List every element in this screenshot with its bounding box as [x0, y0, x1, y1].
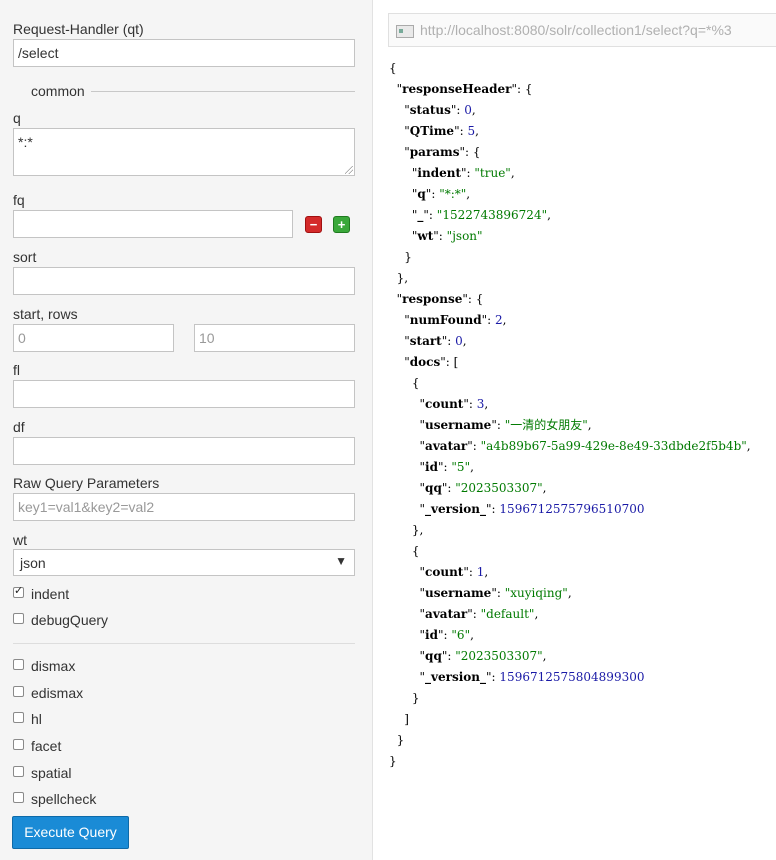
start-value: 0 [455, 334, 463, 348]
spatial-checkbox[interactable] [13, 766, 24, 777]
indent-label: indent [31, 586, 70, 602]
q-label: q [13, 110, 21, 126]
facet-label: facet [31, 738, 62, 754]
numfound-value: 2 [495, 313, 503, 327]
start-input[interactable]: 0 [13, 324, 174, 352]
param-q-value: *:* [444, 187, 461, 201]
param-indent-value: true [479, 166, 506, 180]
hl-checkbox[interactable] [13, 712, 24, 723]
request-handler-label: Request-Handler (qt) [13, 21, 144, 37]
doc-avatar: a4b89b67-5a99-429e-8e49-33dbde2f5b4b [486, 439, 742, 453]
hl-label: hl [31, 711, 42, 727]
debug-query-label: debugQuery [31, 612, 109, 628]
start-rows-label: start, rows [13, 306, 78, 322]
sort-label: sort [13, 249, 37, 265]
spatial-label: spatial [31, 765, 72, 781]
q-value: *:* [18, 134, 33, 150]
dismax-label: dismax [31, 658, 76, 674]
plus-icon[interactable]: + [333, 216, 350, 233]
sort-input[interactable] [13, 267, 355, 295]
section-common-title: common [25, 83, 91, 99]
doc-qq: 2023503307 [460, 481, 538, 495]
edismax-checkbox[interactable] [13, 686, 24, 697]
df-label: df [13, 419, 25, 435]
qtime-value: 5 [467, 124, 476, 138]
section-common: common [13, 83, 355, 99]
facet-checkbox[interactable] [13, 739, 24, 750]
fq-input[interactable] [13, 210, 293, 238]
doc-version: 1596712575796510700 [499, 502, 645, 516]
panel-divider [372, 0, 373, 860]
page-icon [396, 25, 414, 38]
spellcheck-label: spellcheck [31, 791, 97, 807]
doc-id: 6 [456, 628, 465, 642]
param-underscore-value: 1522743896724 [442, 208, 542, 222]
edismax-label: edismax [31, 685, 84, 701]
doc-count: 3 [476, 397, 485, 411]
doc-qq: 2023503307 [460, 649, 538, 663]
doc-avatar: default [486, 607, 529, 621]
minus-icon[interactable]: − [305, 216, 322, 233]
doc-id: 5 [456, 460, 465, 474]
spellcheck-checkbox[interactable] [13, 792, 24, 803]
param-wt-value: json [452, 229, 478, 243]
debug-query-checkbox[interactable] [13, 613, 24, 624]
doc-username: xuyiqing [510, 586, 563, 600]
query-url-text: http://localhost:8080/solr/collection1/s… [420, 22, 732, 38]
status-value: 0 [464, 103, 472, 117]
request-handler-input[interactable]: /select [13, 39, 355, 67]
doc-version: 1596712575804899300 [499, 670, 645, 684]
df-input[interactable] [13, 437, 355, 465]
fl-input[interactable] [13, 380, 355, 408]
query-url-link[interactable]: http://localhost:8080/solr/collection1/s… [388, 13, 776, 47]
query-form-panel: Request-Handler (qt) /select common q *:… [0, 0, 372, 860]
q-textarea[interactable]: *:* [13, 128, 355, 176]
wt-select[interactable]: json ▼ [13, 549, 355, 576]
raw-params-label: Raw Query Parameters [13, 475, 160, 491]
wt-selected-value: json [20, 555, 46, 571]
indent-checkbox[interactable] [13, 584, 24, 598]
dropdown-arrow-icon: ▼ [335, 554, 347, 568]
execute-query-button[interactable]: Execute Query [12, 816, 129, 849]
raw-params-input[interactable]: key1=val1&key2=val2 [13, 493, 355, 521]
fl-label: fl [13, 362, 20, 378]
resize-grip-icon[interactable] [345, 166, 353, 174]
doc-count: 1 [476, 565, 485, 579]
fq-label: fq [13, 192, 25, 208]
divider [13, 643, 355, 644]
json-response: { "responseHeader": { "status": 0, "QTim… [389, 61, 751, 768]
doc-username: 一清的女朋友 [510, 418, 583, 432]
dismax-checkbox[interactable] [13, 659, 24, 670]
wt-label: wt [13, 532, 27, 548]
rows-input[interactable]: 10 [194, 324, 355, 352]
